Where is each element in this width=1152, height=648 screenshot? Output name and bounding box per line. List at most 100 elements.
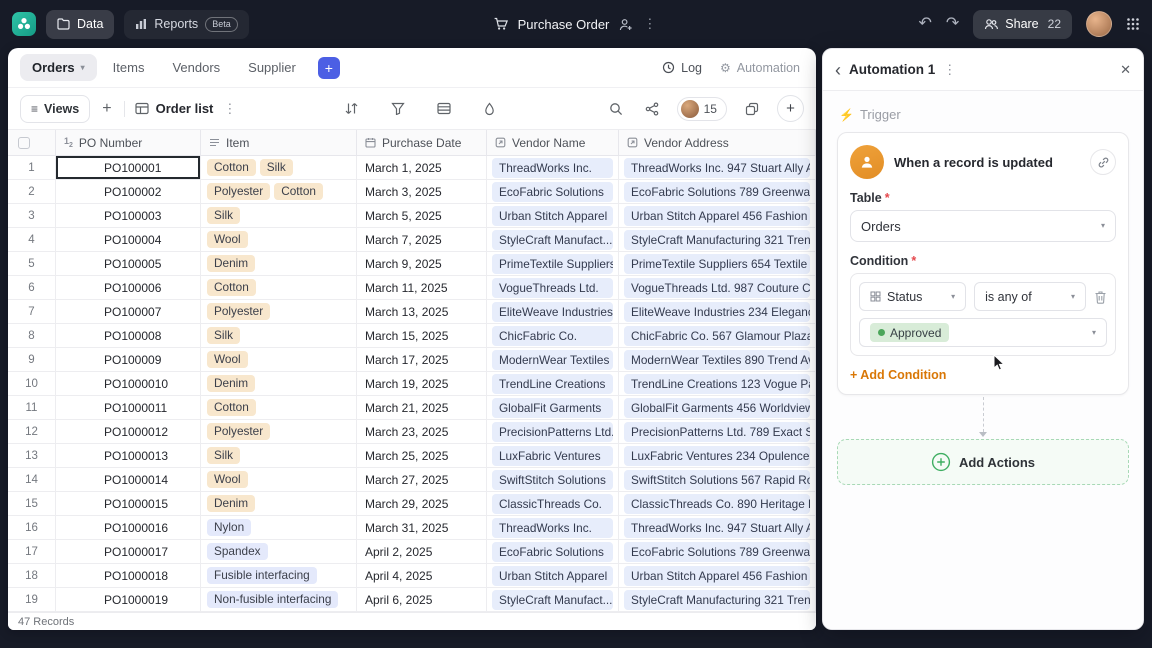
- cell-purchase-date[interactable]: March 1, 2025: [357, 156, 487, 180]
- cell-item[interactable]: Wool: [201, 348, 357, 372]
- cell-po-number[interactable]: PO100001: [56, 156, 201, 180]
- cell-purchase-date[interactable]: March 15, 2025: [357, 324, 487, 348]
- row-number[interactable]: 4: [8, 228, 56, 252]
- cell-vendor-name[interactable]: ClassicThreads Co.: [487, 492, 619, 516]
- cell-vendor-address[interactable]: EcoFabric Solutions 789 Greenway Drive A: [619, 180, 816, 204]
- cell-vendor-name[interactable]: EcoFabric Solutions: [487, 180, 619, 204]
- webhook-button[interactable]: [1090, 149, 1116, 175]
- cell-vendor-address[interactable]: GlobalFit Garments 456 Worldview Drive: [619, 396, 816, 420]
- row-number[interactable]: 11: [8, 396, 56, 420]
- cell-purchase-date[interactable]: March 11, 2025: [357, 276, 487, 300]
- trigger-card[interactable]: When a record is updated Table* Orders ▾…: [837, 132, 1129, 395]
- cell-po-number[interactable]: PO100003: [56, 204, 201, 228]
- share-button[interactable]: Share 22: [973, 10, 1072, 39]
- tab-supplier[interactable]: Supplier: [236, 54, 308, 81]
- cell-vendor-name[interactable]: PrimeTextile Suppliers: [487, 252, 619, 276]
- cell-vendor-name[interactable]: StyleCraft Manufact...: [487, 588, 619, 612]
- cell-po-number[interactable]: PO1000016: [56, 516, 201, 540]
- cell-po-number[interactable]: PO1000011: [56, 396, 201, 420]
- cell-po-number[interactable]: PO100002: [56, 180, 201, 204]
- cell-vendor-address[interactable]: PrecisionPatterns Ltd. 789 Exact Street …: [619, 420, 816, 444]
- cell-vendor-name[interactable]: SwiftStitch Solutions: [487, 468, 619, 492]
- view-name-button[interactable]: Order list: [135, 101, 214, 116]
- row-number[interactable]: 10: [8, 372, 56, 396]
- delete-condition-button[interactable]: [1094, 290, 1107, 304]
- cell-purchase-date[interactable]: March 23, 2025: [357, 420, 487, 444]
- cell-vendor-address[interactable]: ChicFabric Co. 567 Glamour Plaza Floor 2: [619, 324, 816, 348]
- cell-vendor-name[interactable]: VogueThreads Ltd.: [487, 276, 619, 300]
- app-logo[interactable]: [12, 12, 36, 36]
- row-number[interactable]: 9: [8, 348, 56, 372]
- cell-po-number[interactable]: PO1000017: [56, 540, 201, 564]
- cell-item[interactable]: Spandex: [201, 540, 357, 564]
- cell-vendor-name[interactable]: LuxFabric Ventures: [487, 444, 619, 468]
- cell-vendor-address[interactable]: StyleCraft Manufacturing 321 Trendy Ave: [619, 228, 816, 252]
- log-button[interactable]: Log: [662, 61, 702, 75]
- row-number[interactable]: 19: [8, 588, 56, 612]
- cell-purchase-date[interactable]: April 6, 2025: [357, 588, 487, 612]
- cell-purchase-date[interactable]: March 5, 2025: [357, 204, 487, 228]
- cell-po-number[interactable]: PO1000015: [56, 492, 201, 516]
- cell-po-number[interactable]: PO100008: [56, 324, 201, 348]
- nav-data[interactable]: Data: [46, 10, 114, 39]
- row-number[interactable]: 14: [8, 468, 56, 492]
- cell-vendor-name[interactable]: TrendLine Creations: [487, 372, 619, 396]
- redo-button[interactable]: ↷: [946, 16, 959, 32]
- cell-item[interactable]: Wool: [201, 228, 357, 252]
- condition-value-select[interactable]: Approved ▾: [859, 318, 1107, 347]
- cell-item[interactable]: Silk: [201, 204, 357, 228]
- cell-purchase-date[interactable]: March 17, 2025: [357, 348, 487, 372]
- cell-purchase-date[interactable]: March 7, 2025: [357, 228, 487, 252]
- cell-item[interactable]: Cotton: [201, 276, 357, 300]
- nav-reports[interactable]: Reports Beta: [124, 10, 248, 39]
- sort-button[interactable]: [341, 98, 363, 120]
- row-number[interactable]: 5: [8, 252, 56, 276]
- cell-vendor-address[interactable]: EcoFabric Solutions 789 Greenway Drive: [619, 540, 816, 564]
- close-panel-button[interactable]: ✕: [1120, 62, 1131, 78]
- cell-purchase-date[interactable]: March 19, 2025: [357, 372, 487, 396]
- cell-po-number[interactable]: PO100005: [56, 252, 201, 276]
- column-header-vendor-address[interactable]: Vendor Address: [619, 130, 816, 155]
- cell-po-number[interactable]: PO100004: [56, 228, 201, 252]
- color-button[interactable]: [479, 98, 501, 120]
- cell-po-number[interactable]: PO100006: [56, 276, 201, 300]
- add-record-button[interactable]: +: [777, 95, 804, 122]
- views-button[interactable]: ≡ Views: [20, 95, 90, 123]
- cell-item[interactable]: Non-fusible interfacing: [201, 588, 357, 612]
- cell-po-number[interactable]: PO100009: [56, 348, 201, 372]
- cell-item[interactable]: PolyesterCotton: [201, 180, 357, 204]
- cell-po-number[interactable]: PO1000012: [56, 420, 201, 444]
- cell-vendor-name[interactable]: Urban Stitch Apparel: [487, 204, 619, 228]
- row-number[interactable]: 2: [8, 180, 56, 204]
- cell-item[interactable]: Nylon: [201, 516, 357, 540]
- column-header-purchase-date[interactable]: Purchase Date: [357, 130, 487, 155]
- row-number[interactable]: 6: [8, 276, 56, 300]
- add-actions-button[interactable]: Add Actions: [837, 439, 1129, 485]
- cell-po-number[interactable]: PO1000010: [56, 372, 201, 396]
- cell-purchase-date[interactable]: March 27, 2025: [357, 468, 487, 492]
- cell-vendor-name[interactable]: EliteWeave Industries: [487, 300, 619, 324]
- row-number[interactable]: 18: [8, 564, 56, 588]
- filter-button[interactable]: [387, 98, 409, 120]
- row-number[interactable]: 16: [8, 516, 56, 540]
- add-condition-button[interactable]: + Add Condition: [850, 368, 1116, 382]
- row-number[interactable]: 3: [8, 204, 56, 228]
- cell-vendor-name[interactable]: StyleCraft Manufact...: [487, 228, 619, 252]
- cell-po-number[interactable]: PO100007: [56, 300, 201, 324]
- cell-purchase-date[interactable]: March 29, 2025: [357, 492, 487, 516]
- cell-purchase-date[interactable]: April 4, 2025: [357, 564, 487, 588]
- cell-purchase-date[interactable]: March 3, 2025: [357, 180, 487, 204]
- row-number[interactable]: 1: [8, 156, 56, 180]
- tab-items[interactable]: Items: [101, 54, 157, 81]
- cell-item[interactable]: CottonSilk: [201, 156, 357, 180]
- cell-vendor-address[interactable]: ModernWear Textiles 890 Trend Avenue S: [619, 348, 816, 372]
- cell-vendor-name[interactable]: ChicFabric Co.: [487, 324, 619, 348]
- row-number[interactable]: 12: [8, 420, 56, 444]
- cell-vendor-name[interactable]: EcoFabric Solutions: [487, 540, 619, 564]
- cell-item[interactable]: Fusible interfacing: [201, 564, 357, 588]
- tab-orders[interactable]: Orders ▾: [20, 54, 97, 81]
- table-select[interactable]: Orders ▾: [850, 210, 1116, 242]
- select-all-header[interactable]: [8, 130, 56, 155]
- row-number[interactable]: 13: [8, 444, 56, 468]
- cell-po-number[interactable]: PO1000013: [56, 444, 201, 468]
